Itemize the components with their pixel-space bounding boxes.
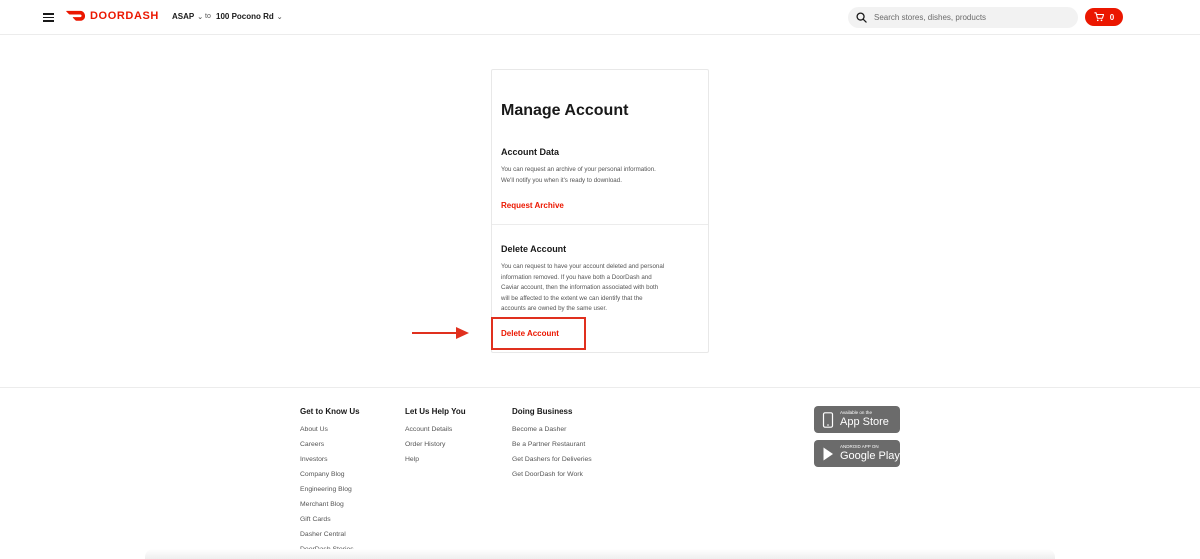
manage-account-card: Manage Account Account Data You can requ…: [491, 69, 709, 353]
google-play-text: ANDROID APP ON Google Play: [840, 445, 900, 462]
footer-link-account-details[interactable]: Account Details: [405, 426, 466, 434]
time-label: ASAP: [172, 12, 195, 21]
google-play-icon: [823, 447, 833, 460]
annotation-highlight-box: [491, 317, 586, 350]
description-line: Caviar account, then the information ass…: [501, 284, 659, 291]
search-icon: [856, 12, 867, 23]
footer-link-investors[interactable]: Investors: [300, 456, 360, 464]
footer-heading: Get to Know Us: [300, 407, 360, 416]
footer-link-dasher-central[interactable]: Dasher Central: [300, 531, 360, 539]
account-data-description: You can request an archive of your perso…: [501, 165, 706, 186]
to-label: to: [205, 13, 211, 20]
hamburger-menu-icon[interactable]: [43, 13, 54, 22]
address-selector[interactable]: 100 Pocono Rd ⌄: [216, 12, 283, 21]
footer-link-doordash-for-work[interactable]: Get DoorDash for Work: [512, 471, 592, 479]
footer-link-about-us[interactable]: About Us: [300, 426, 360, 434]
footer-divider: [0, 387, 1200, 388]
cart-button[interactable]: 0: [1085, 8, 1123, 26]
annotation-arrow-icon: [412, 327, 469, 339]
footer-link-order-history[interactable]: Order History: [405, 441, 466, 449]
logo-text: DOORDASH: [90, 10, 159, 22]
footer-heading: Let Us Help You: [405, 407, 466, 416]
description-line: information removed. If you have both a …: [501, 273, 652, 281]
footer-link-merchant-blog[interactable]: Merchant Blog: [300, 501, 360, 509]
footer-column-get-to-know-us: Get to Know Us About Us Careers Investor…: [300, 407, 360, 559]
description-line: accounts are owned by the same user.: [501, 305, 607, 312]
chevron-down-icon: ⌄: [197, 13, 204, 21]
section-divider: [492, 224, 708, 225]
footer-link-gift-cards[interactable]: Gift Cards: [300, 516, 360, 524]
time-selector[interactable]: ASAP ⌄: [172, 12, 203, 21]
delete-account-title: Delete Account: [501, 244, 567, 254]
page-title: Manage Account: [501, 102, 629, 119]
footer-heading: Doing Business: [512, 407, 573, 416]
footer-link-partner-restaurant[interactable]: Be a Partner Restaurant: [512, 441, 592, 449]
badge-big-text: Google Play: [840, 449, 900, 462]
description-line: You can request an archive of your perso…: [501, 166, 656, 173]
cart-count: 0: [1109, 12, 1115, 22]
footer-link-engineering-blog[interactable]: Engineering Blog: [300, 486, 360, 494]
footer-link-careers[interactable]: Careers: [300, 441, 360, 449]
footer-column-doing-business: Doing Business Become a Dasher Be a Part…: [512, 407, 592, 486]
footer-column-let-us-help-you: Let Us Help You Account Details Order Hi…: [405, 407, 466, 471]
footer-link-become-a-dasher[interactable]: Become a Dasher: [512, 426, 592, 434]
app-store-badge[interactable]: Available on the App Store: [814, 406, 900, 433]
delete-account-description: You can request to have your account del…: [501, 262, 706, 315]
app-store-text: Available on the App Store: [840, 411, 889, 428]
description-line: We'll notify you when it's ready to down…: [501, 176, 622, 184]
doordash-logo-icon: [66, 10, 85, 21]
request-archive-link[interactable]: Request Archive: [501, 201, 564, 210]
doordash-logo[interactable]: DOORDASH: [66, 10, 159, 22]
footer-link-dashers-for-deliveries[interactable]: Get Dashers for Deliveries: [512, 456, 592, 464]
badge-big-text: App Store: [840, 415, 889, 428]
footer-link-company-blog[interactable]: Company Blog: [300, 471, 360, 479]
top-nav: DOORDASH ASAP ⌄ to 100 Pocono Rd ⌄ 0: [0, 0, 1200, 35]
description-line: You can request to have your account del…: [501, 263, 665, 270]
bottom-overlay: [145, 549, 1055, 559]
cart-icon: [1094, 12, 1104, 22]
google-play-badge[interactable]: ANDROID APP ON Google Play: [814, 440, 900, 467]
description-line: will be affected to the extent we can id…: [501, 294, 643, 302]
address-label: 100 Pocono Rd: [216, 12, 274, 21]
apple-icon: [822, 411, 834, 428]
chevron-down-icon: ⌄: [276, 13, 283, 21]
search-bar[interactable]: [848, 7, 1078, 28]
account-data-title: Account Data: [501, 147, 560, 157]
search-input[interactable]: [874, 13, 1064, 22]
footer-link-help[interactable]: Help: [405, 456, 466, 464]
